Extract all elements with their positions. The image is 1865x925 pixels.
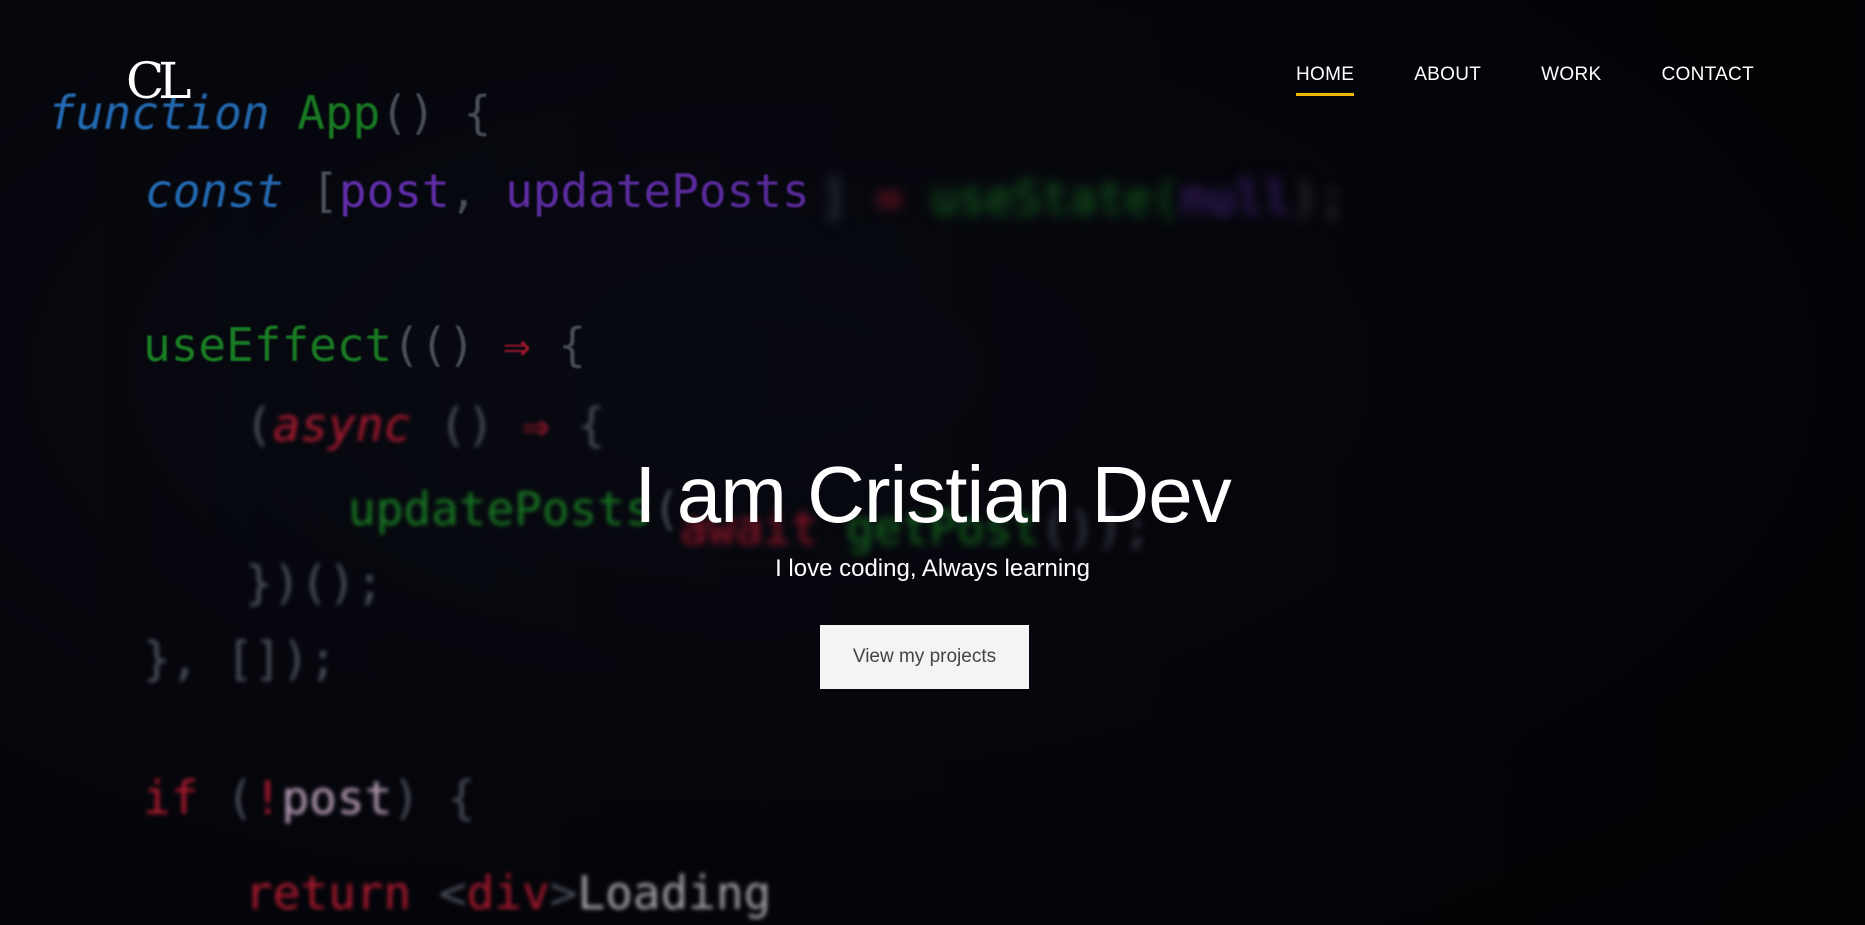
site-logo[interactable]: CL	[126, 52, 192, 110]
nav-item-home[interactable]: HOME	[1296, 64, 1355, 96]
hero-title: I am Cristian Dev	[634, 450, 1231, 539]
main-navigation: HOME ABOUT WORK CONTACT	[1296, 64, 1814, 96]
page: function App() { const [post, updatePost…	[0, 0, 1865, 925]
hero-section: I am Cristian Dev I love coding, Always …	[0, 455, 1865, 583]
nav-item-about[interactable]: ABOUT	[1414, 64, 1481, 96]
hero-subtitle: I love coding, Always learning	[775, 555, 1090, 582]
nav-item-contact[interactable]: CONTACT	[1661, 64, 1754, 96]
nav-item-work[interactable]: WORK	[1541, 64, 1601, 96]
view-projects-button[interactable]: View my projects	[820, 625, 1029, 689]
